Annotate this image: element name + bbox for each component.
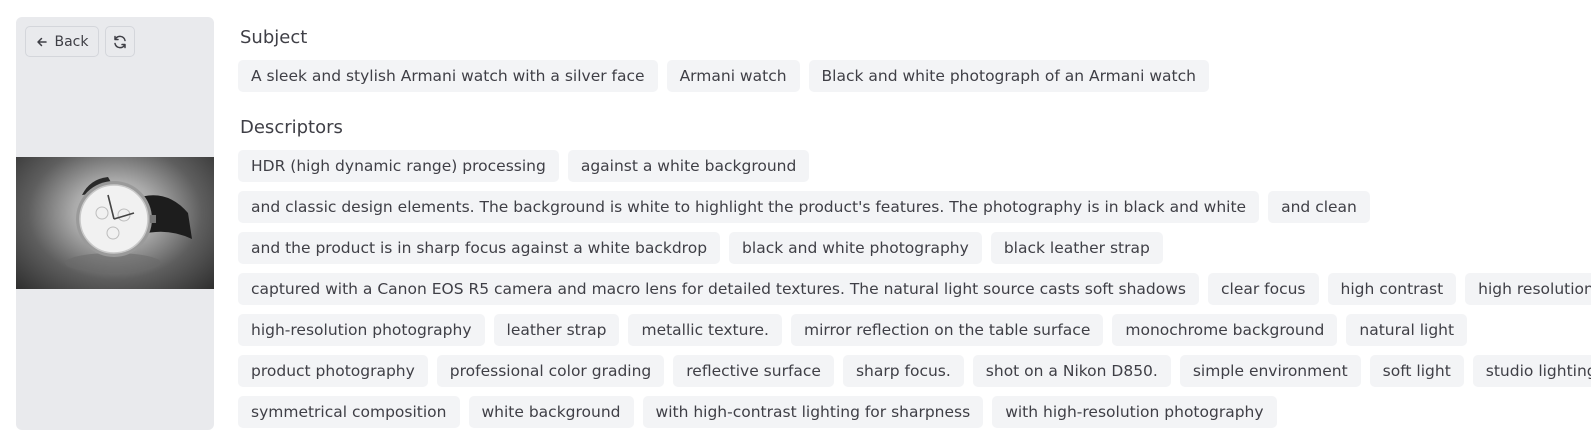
descriptor-tag[interactable]: monochrome background	[1112, 314, 1338, 346]
panel-toolbar: Back	[25, 26, 135, 57]
descriptor-tag-row: high-resolution photography leather stra…	[238, 314, 1580, 346]
descriptors-heading: Descriptors	[240, 117, 343, 138]
descriptor-tag[interactable]: and classic design elements. The backgro…	[238, 191, 1260, 223]
descriptor-tag[interactable]: professional color grading	[436, 355, 665, 387]
subject-tag[interactable]: Black and white photograph of an Armani …	[808, 60, 1209, 92]
descriptor-tag[interactable]: high resolution	[1465, 273, 1591, 305]
descriptor-tag[interactable]: against a white background	[567, 150, 810, 182]
main-content: Subject A sleek and stylish Armani watch…	[238, 26, 1591, 437]
back-button-label: Back	[54, 33, 89, 50]
descriptor-tag[interactable]: high-resolution photography	[238, 314, 485, 346]
descriptor-tag-row: and classic design elements. The backgro…	[238, 191, 1580, 223]
descriptor-tag-row: HDR (high dynamic range) processing agai…	[238, 150, 1580, 182]
arrow-left-icon	[36, 36, 48, 48]
descriptor-tag-row: product photography professional color g…	[238, 355, 1591, 387]
subject-tag[interactable]: A sleek and stylish Armani watch with a …	[238, 60, 658, 92]
descriptor-tag[interactable]: high contrast	[1327, 273, 1457, 305]
descriptor-tag[interactable]: product photography	[238, 355, 428, 387]
descriptor-tag[interactable]: black and white photography	[729, 232, 982, 264]
descriptor-tag[interactable]: symmetrical composition	[238, 396, 460, 428]
descriptor-tag[interactable]: HDR (high dynamic range) processing	[238, 150, 559, 182]
descriptor-tag-row: captured with a Canon EOS R5 camera and …	[238, 273, 1591, 305]
descriptor-tag[interactable]: soft light	[1369, 355, 1464, 387]
refresh-icon	[112, 34, 128, 50]
descriptor-tag[interactable]: and the product is in sharp focus agains…	[238, 232, 721, 264]
descriptor-tag-row: symmetrical composition white background…	[238, 396, 1580, 428]
descriptor-tag[interactable]: with high-resolution photography	[992, 396, 1277, 428]
descriptor-tag[interactable]: studio lighting	[1472, 355, 1591, 387]
descriptor-tag[interactable]: leather strap	[493, 314, 620, 346]
descriptor-tag[interactable]: with high-contrast lighting for sharpnes…	[642, 396, 984, 428]
image-panel: Back	[16, 17, 214, 430]
back-button[interactable]: Back	[25, 26, 99, 57]
descriptor-tag[interactable]: mirror reflection on the table surface	[790, 314, 1104, 346]
descriptor-tag[interactable]: white background	[468, 396, 634, 428]
descriptor-tag[interactable]: reflective surface	[673, 355, 834, 387]
watch-photo	[65, 177, 192, 273]
descriptor-tag[interactable]: simple environment	[1179, 355, 1361, 387]
refresh-button[interactable]	[105, 26, 135, 57]
descriptor-tag[interactable]: shot on a Nikon D850.	[972, 355, 1171, 387]
descriptor-tag-row: and the product is in sharp focus agains…	[238, 232, 1580, 264]
descriptor-tag[interactable]: sharp focus.	[842, 355, 964, 387]
descriptor-tag[interactable]: captured with a Canon EOS R5 camera and …	[238, 273, 1199, 305]
subject-tag[interactable]: Armani watch	[666, 60, 800, 92]
subject-heading: Subject	[240, 27, 308, 48]
descriptor-tag[interactable]: natural light	[1346, 314, 1468, 346]
descriptor-tag[interactable]: metallic texture.	[628, 314, 782, 346]
watch-photo-thumbnail[interactable]	[16, 157, 214, 289]
descriptor-tag[interactable]: black leather strap	[990, 232, 1163, 264]
descriptor-tag[interactable]: and clean	[1268, 191, 1370, 223]
subject-tag-list: A sleek and stylish Armani watch with a …	[238, 60, 1580, 92]
descriptor-tag[interactable]: clear focus	[1207, 273, 1319, 305]
